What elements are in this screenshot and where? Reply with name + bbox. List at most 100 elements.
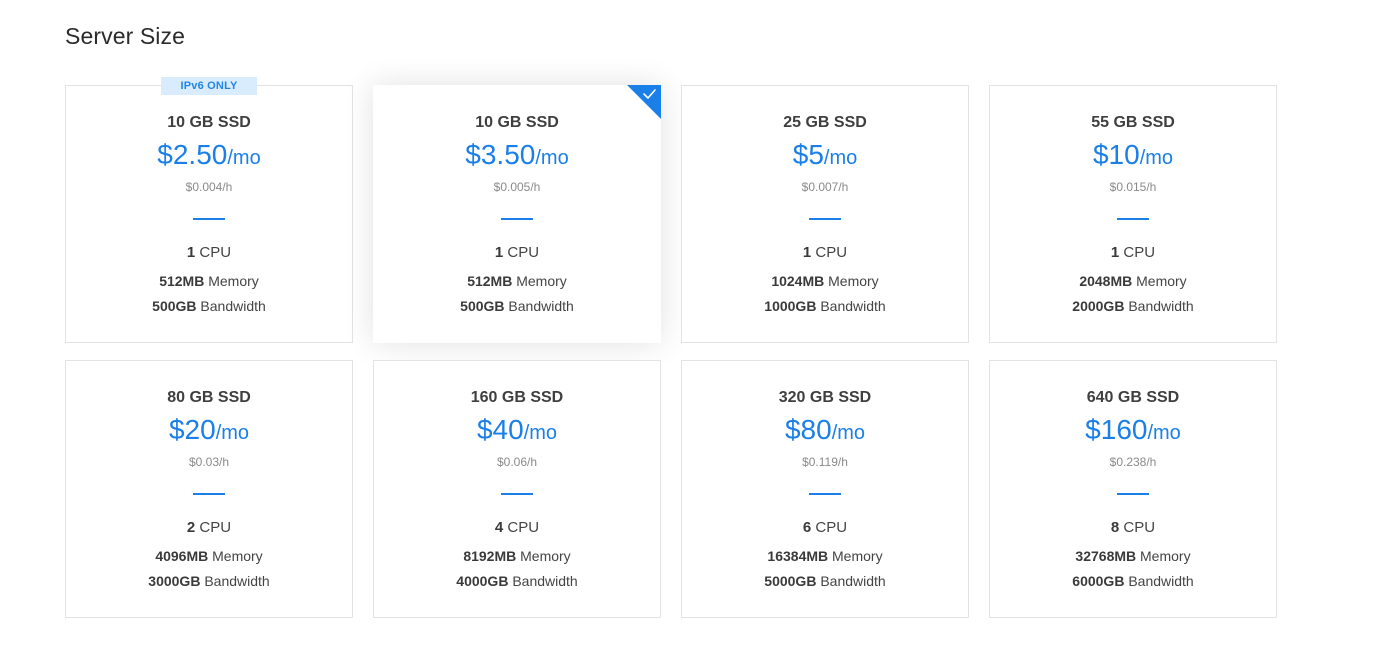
plan-memory: 512MB Memory [66,273,352,289]
plan-card[interactable]: 25 GB SSD $5/mo $0.007/h 1 CPU 1024MB Me… [681,85,969,343]
price-period: /mo [215,422,250,444]
plan-bandwidth: 500GB Bandwidth [66,298,352,314]
memory-label: Memory [520,548,571,564]
plan-divider [193,493,225,495]
price-amount: $20 [168,414,216,445]
cpu-label: CPU [507,244,540,261]
memory-value: 8192MB [463,548,517,564]
plan-price: $3.50/mo [374,139,660,171]
memory-value: 512MB [159,273,205,289]
plan-storage: 10 GB SSD [475,114,559,131]
price-amount: $2.50 [157,139,228,170]
cpu-value: 4 [494,519,504,536]
plan-divider [809,218,841,220]
memory-label: Memory [212,548,263,564]
memory-value: 4096MB [155,548,209,564]
plan-divider [809,493,841,495]
cpu-value: 1 [802,244,812,261]
plan-divider [1117,218,1149,220]
plan-bandwidth: 500GB Bandwidth [374,298,660,314]
bandwidth-label: Bandwidth [508,298,574,314]
ipv6-only-badge: IPv6 ONLY [161,77,257,95]
plan-hourly-price: $0.238/h [1109,455,1157,469]
plan-memory: 4096MB Memory [66,548,352,564]
cpu-label: CPU [815,244,848,261]
plan-hourly-price: $0.004/h [185,180,233,194]
plan-storage: 320 GB SSD [778,389,872,406]
plan-divider [193,218,225,220]
price-period: /mo [1147,422,1181,444]
plan-price: $10/mo [990,139,1276,171]
plan-cpu: 1 CPU [374,244,660,261]
plan-price: $40/mo [374,414,660,446]
cpu-label: CPU [1123,244,1156,261]
price-amount: $3.50 [465,139,536,170]
price-amount: $160 [1085,414,1148,445]
plan-card[interactable]: 80 GB SSD $20/mo $0.03/h 2 CPU 4096MB Me… [65,360,353,618]
price-amount: $10 [1092,139,1140,170]
memory-value: 16384MB [767,548,829,564]
cpu-label: CPU [1123,519,1156,536]
plan-bandwidth: 2000GB Bandwidth [990,298,1276,314]
cpu-label: CPU [815,519,848,536]
bandwidth-label: Bandwidth [820,298,886,314]
plan-hourly-price: $0.03/h [188,455,230,469]
plan-cpu: 6 CPU [682,519,968,536]
memory-value: 32768MB [1075,548,1137,564]
plan-memory: 8192MB Memory [374,548,660,564]
bandwidth-value: 500GB [460,298,505,314]
plan-bandwidth: 5000GB Bandwidth [682,573,968,589]
bandwidth-label: Bandwidth [820,573,886,589]
price-amount: $80 [784,414,832,445]
plan-hourly-price: $0.005/h [493,180,541,194]
plan-bandwidth: 4000GB Bandwidth [374,573,660,589]
plan-price: $5/mo [682,139,968,171]
cpu-value: 6 [802,519,812,536]
plan-cpu: 1 CPU [682,244,968,261]
cpu-value: 2 [186,519,196,536]
plan-price: $20/mo [66,414,352,446]
price-period: /mo [523,422,558,444]
cpu-value: 1 [494,244,504,261]
cpu-value: 1 [1110,244,1120,261]
plan-price: $2.50/mo [66,139,352,171]
memory-label: Memory [828,273,879,289]
plan-divider [501,493,533,495]
bandwidth-label: Bandwidth [1128,298,1194,314]
plan-hourly-price: $0.015/h [1109,180,1157,194]
plan-card[interactable]: 640 GB SSD $160/mo $0.238/h 8 CPU 32768M… [989,360,1277,618]
plan-cpu: 1 CPU [990,244,1276,261]
plan-divider [1117,493,1149,495]
price-period: /mo [831,422,866,444]
price-period: /mo [535,147,569,169]
plan-memory: 16384MB Memory [682,548,968,564]
bandwidth-label: Bandwidth [200,298,266,314]
plan-card[interactable]: 320 GB SSD $80/mo $0.119/h 6 CPU 16384MB… [681,360,969,618]
plan-memory: 1024MB Memory [682,273,968,289]
plan-price: $160/mo [990,414,1276,446]
plan-cpu: 8 CPU [990,519,1276,536]
server-size-grid: IPv6 ONLY 10 GB SSD $2.50/mo $0.004/h 1 … [65,77,1277,618]
bandwidth-value: 500GB [152,298,197,314]
plan-price: $80/mo [682,414,968,446]
plan-storage: 55 GB SSD [1091,114,1175,131]
plan-bandwidth: 6000GB Bandwidth [990,573,1276,589]
bandwidth-label: Bandwidth [512,573,578,589]
bandwidth-value: 2000GB [1072,298,1125,314]
plan-memory: 512MB Memory [374,273,660,289]
memory-label: Memory [1136,273,1187,289]
plan-card-selected[interactable]: 10 GB SSD $3.50/mo $0.005/h 1 CPU 512MB … [373,85,661,343]
plan-memory: 32768MB Memory [990,548,1276,564]
plan-storage: 80 GB SSD [167,389,251,406]
bandwidth-value: 4000GB [456,573,509,589]
plan-card[interactable]: 160 GB SSD $40/mo $0.06/h 4 CPU 8192MB M… [373,360,661,618]
plan-memory: 2048MB Memory [990,273,1276,289]
memory-value: 2048MB [1079,273,1133,289]
plan-storage: 640 GB SSD [1086,389,1180,406]
price-period: /mo [227,147,261,169]
bandwidth-value: 1000GB [764,298,817,314]
plan-storage: 160 GB SSD [470,389,564,406]
plan-card[interactable]: IPv6 ONLY 10 GB SSD $2.50/mo $0.004/h 1 … [65,77,353,343]
cpu-label: CPU [199,244,232,261]
plan-card[interactable]: 55 GB SSD $10/mo $0.015/h 1 CPU 2048MB M… [989,85,1277,343]
